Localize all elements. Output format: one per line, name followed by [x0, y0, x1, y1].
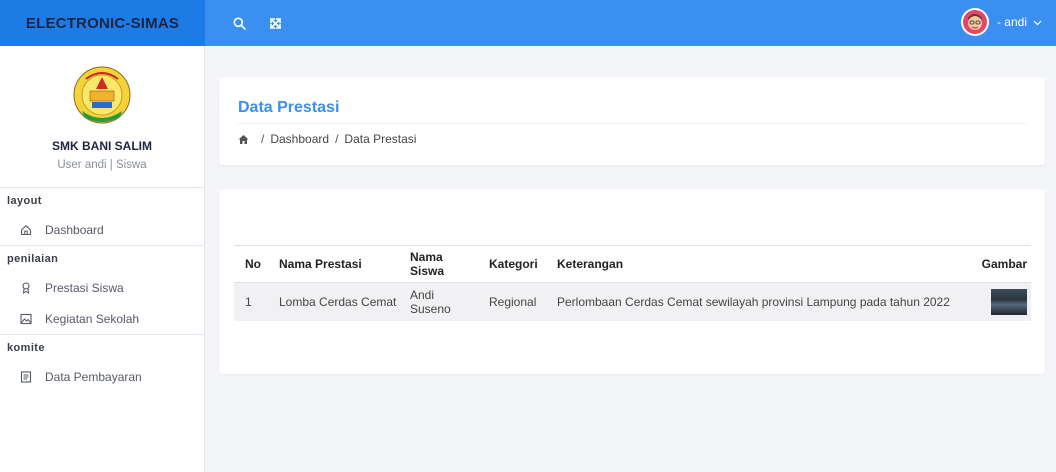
school-name: SMK BANI SALIM — [52, 139, 152, 153]
search-icon[interactable] — [225, 9, 253, 37]
user-role: User andi | Siswa — [57, 159, 147, 171]
avatar[interactable] — [960, 8, 989, 36]
sidebar-item-prestasi-siswa[interactable]: Prestasi Siswa — [0, 272, 204, 303]
column-header: Kategori — [478, 245, 546, 283]
sidebar-item-label: Dashboard — [45, 222, 104, 237]
school-logo — [72, 65, 132, 127]
cell-no: 1 — [234, 282, 268, 321]
user-menu[interactable]: - andi — [960, 8, 1042, 36]
top-navbar: ELECTRONIC-SIMAS - andi — [0, 0, 1056, 46]
page-header-card: Data Prestasi / Dashboard / Data Prestas… — [219, 77, 1045, 165]
section-penilaian: penilaian — [7, 253, 59, 265]
cell-kategori: Regional — [478, 282, 546, 321]
top-icons — [225, 9, 289, 37]
sidebar-item-dashboard[interactable]: Dashboard — [0, 214, 204, 245]
sidebar-item-label: Data Pembayaran — [45, 369, 142, 384]
breadcrumb-current: Data Prestasi — [344, 132, 417, 146]
home-icon[interactable] — [238, 134, 249, 145]
home-icon — [20, 224, 32, 236]
column-header: Nama Siswa — [399, 245, 478, 283]
column-header: No — [234, 245, 268, 283]
sidebar-item-label: Kegiatan Sekolah — [45, 311, 140, 326]
column-header: Nama Prestasi — [268, 245, 399, 283]
document-icon — [20, 370, 32, 383]
cell-keterangan: Perlombaan Cerdas Cemat sewilayah provin… — [546, 282, 961, 321]
expand-icon[interactable] — [261, 9, 289, 37]
section-layout: layout — [7, 195, 42, 207]
brand[interactable]: ELECTRONIC-SIMAS — [0, 0, 205, 46]
sidebar-item-kegiatan-sekolah[interactable]: Kegiatan Sekolah — [0, 303, 204, 334]
award-icon — [20, 281, 32, 294]
gambar-thumbnail[interactable] — [991, 288, 1027, 315]
column-header: Keterangan — [546, 245, 961, 283]
cell-nama-siswa: Andi Suseno — [399, 282, 478, 321]
page-title: Data Prestasi — [238, 99, 340, 116]
chevron-down-icon — [1033, 15, 1042, 29]
sidebar-item-label: Prestasi Siswa — [45, 280, 124, 295]
table-header-row: No Nama Prestasi Nama Siswa Kategori Ket… — [234, 245, 1031, 283]
cell-nama-prestasi: Lomba Cerdas Cemat — [268, 282, 399, 321]
column-header: Gambar — [961, 245, 1031, 283]
section-komite: komite — [7, 342, 45, 354]
image-icon — [20, 313, 32, 325]
breadcrumb: / Dashboard / Data Prestasi — [238, 132, 416, 146]
user-name: - andi — [996, 15, 1027, 29]
sidebar-profile: SMK BANI SALIM User andi | Siswa — [0, 46, 204, 188]
table-row: 1 Lomba Cerdas Cemat Andi Suseno Regiona… — [234, 282, 1031, 321]
breadcrumb-dashboard[interactable]: Dashboard — [270, 132, 329, 146]
sidebar: SMK BANI SALIM User andi | Siswa layout … — [0, 46, 205, 472]
brand-title: ELECTRONIC-SIMAS — [25, 14, 180, 32]
table-card: No Nama Prestasi Nama Siswa Kategori Ket… — [219, 189, 1045, 374]
prestasi-table: No Nama Prestasi Nama Siswa Kategori Ket… — [234, 245, 1031, 321]
sidebar-item-data-pembayaran[interactable]: Data Pembayaran — [0, 361, 204, 392]
